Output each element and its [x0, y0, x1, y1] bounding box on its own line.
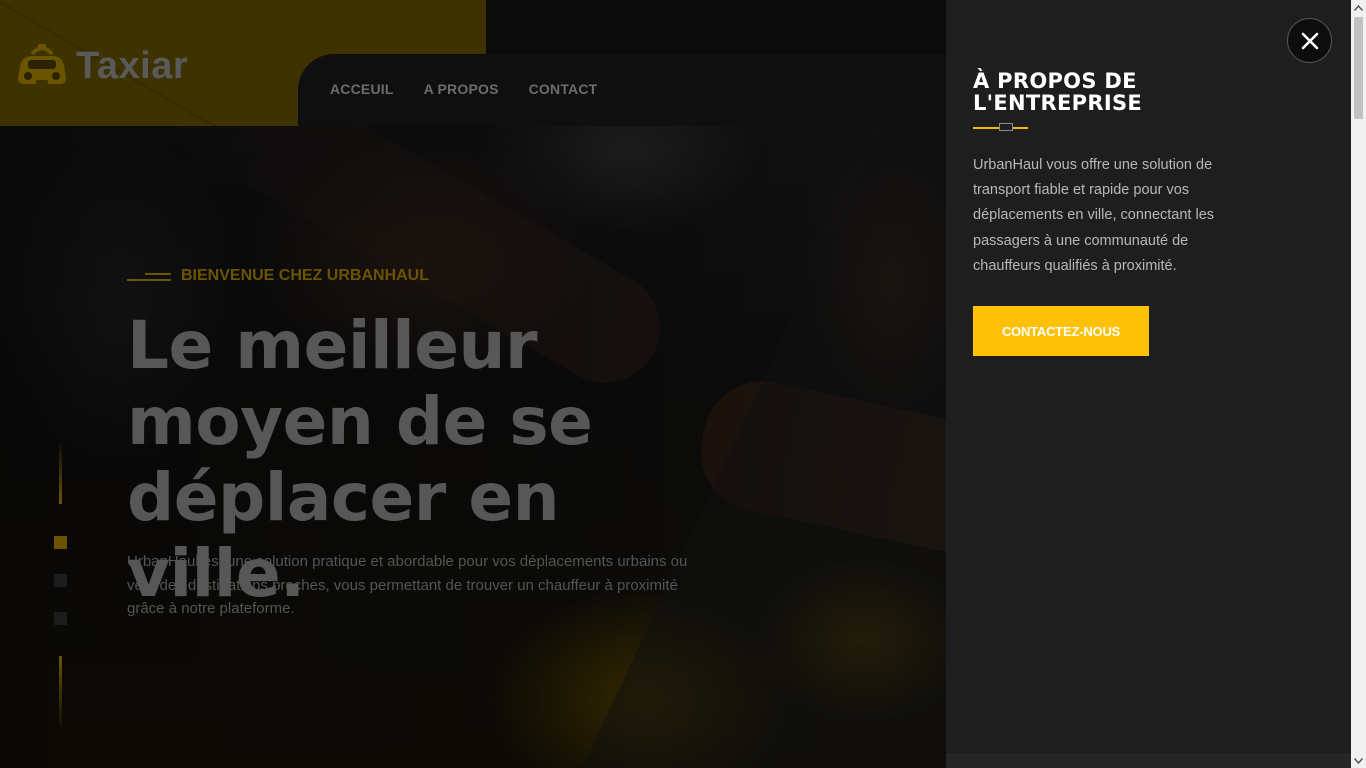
- panel-title-line: À PROPOS DE: [973, 69, 1137, 93]
- headline-line: Le meilleur: [127, 307, 538, 384]
- lead-line: grâce à notre plateforme.: [127, 600, 295, 617]
- close-icon: [1301, 32, 1318, 49]
- slider-line-bottom: [59, 656, 62, 732]
- panel-text-line: transport fiable et rapide pour vos: [973, 182, 1190, 199]
- title-underline-decoration: [973, 123, 1028, 131]
- slider-dot-3[interactable]: [54, 612, 67, 625]
- lead-line: vers des destinations proches, vous perm…: [127, 576, 678, 594]
- nav-item-a-propos[interactable]: A PROPOS: [424, 81, 499, 97]
- scroll-up-arrow-icon[interactable]: [1351, 0, 1366, 15]
- page: Taxiar ACCEUIL A PROPOS CONTACT BIENVENU…: [0, 0, 1366, 768]
- contact-us-button[interactable]: CONTACTEZ-NOUS: [973, 306, 1149, 356]
- panel-text-line: passagers à une communauté de: [973, 232, 1189, 249]
- hero-lead: UrbanHaul est une solution pratique et a…: [127, 550, 717, 621]
- scroll-down-arrow-icon[interactable]: [1351, 753, 1366, 768]
- logo[interactable]: Taxiar: [14, 40, 188, 92]
- scrollbar-thumb[interactable]: [1354, 17, 1363, 119]
- eyebrow-text: BIENVENUE CHEZ URBANHAUL: [181, 267, 430, 284]
- nav-item-contact[interactable]: CONTACT: [529, 81, 598, 97]
- close-button[interactable]: [1287, 18, 1332, 63]
- page-scrollbar[interactable]: [1351, 0, 1366, 768]
- panel-title: À PROPOS DE L'ENTREPRISE: [973, 70, 1273, 114]
- slider-dot-2[interactable]: [54, 574, 67, 587]
- headline-line: moyen de se: [127, 383, 593, 460]
- eyebrow-lines-decoration: [127, 271, 171, 281]
- panel-title-line: L'ENTREPRISE: [973, 91, 1143, 115]
- nav-item-accueil[interactable]: ACCEUIL: [330, 81, 394, 97]
- slider-line-top: [59, 440, 62, 504]
- hero-eyebrow: BIENVENUE CHEZ URBANHAUL: [127, 267, 429, 285]
- main-nav: ACCEUIL A PROPOS CONTACT: [298, 54, 946, 126]
- panel-description: UrbanHaul vous offre une solution de tra…: [973, 153, 1243, 279]
- slider-dot-1[interactable]: [54, 536, 67, 549]
- panel-text-line: UrbanHaul vous offre une solution de: [973, 157, 1213, 173]
- taxi-icon: [18, 44, 66, 88]
- panel-bottom-strip: [946, 753, 1351, 768]
- lead-line: UrbanHaul est une solution pratique et a…: [127, 553, 688, 570]
- panel-text-line: chauffeurs qualifiés à proximité.: [973, 257, 1177, 274]
- top-bar: [486, 0, 946, 54]
- panel-text-line: déplacements en ville, connectant les: [973, 207, 1215, 224]
- about-side-panel: À PROPOS DE L'ENTREPRISE UrbanHaul vous …: [946, 0, 1351, 768]
- logo-text: Taxiar: [76, 44, 189, 87]
